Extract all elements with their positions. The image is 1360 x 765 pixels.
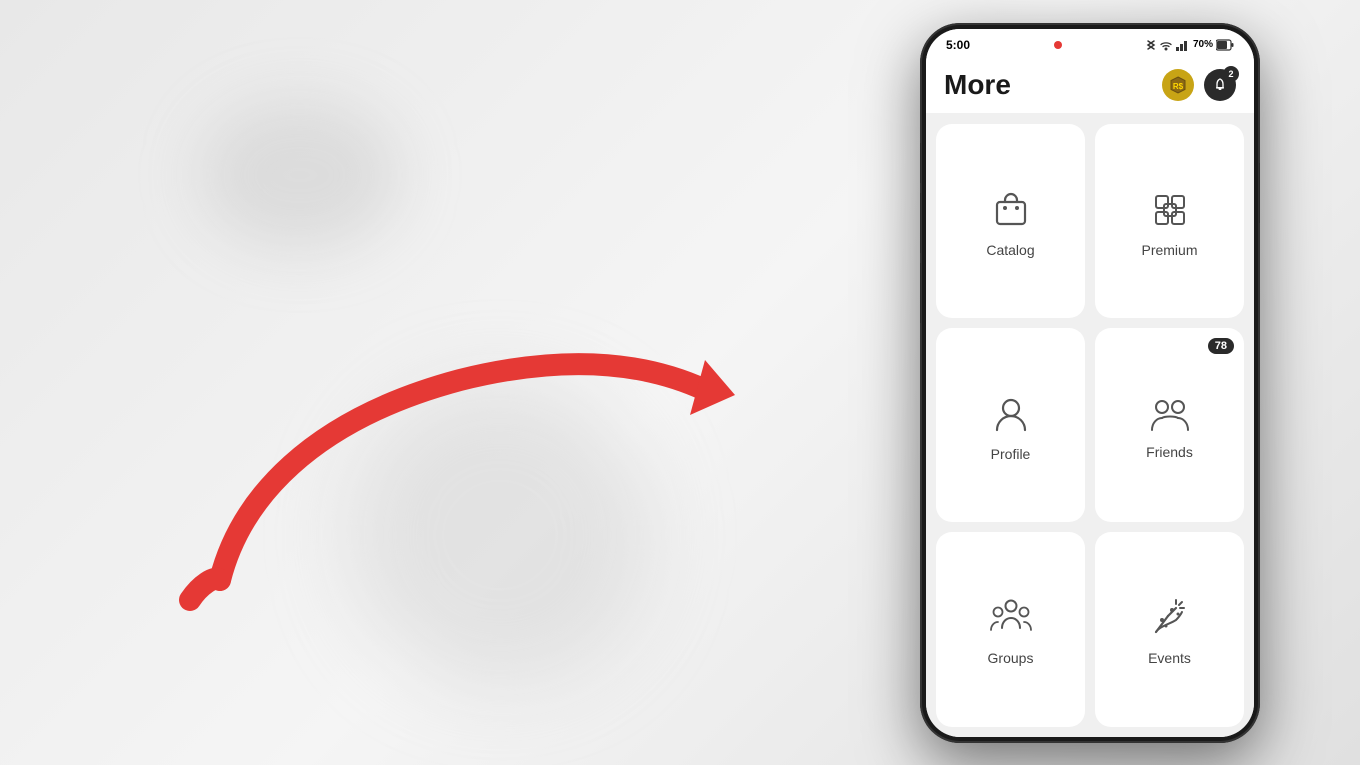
events-label: Events [1148, 650, 1191, 666]
menu-item-catalog[interactable]: Catalog [936, 124, 1085, 318]
phone-wrapper: 5:00 [870, 0, 1310, 765]
robux-icon[interactable]: R$ [1162, 69, 1194, 101]
signal-icon [1176, 39, 1190, 51]
friends-label: Friends [1146, 444, 1193, 460]
menu-item-premium[interactable]: Premium [1095, 124, 1244, 318]
battery-percent: 70% [1193, 39, 1213, 50]
friends-badge: 78 [1208, 338, 1234, 354]
power-button [1259, 163, 1260, 223]
friends-icon [1147, 394, 1193, 434]
wifi-icon [1159, 39, 1173, 51]
bg-blur-2 [200, 100, 400, 250]
profile-label: Profile [991, 446, 1031, 462]
menu-grid: Catalog Premium [926, 114, 1254, 737]
premium-label: Premium [1141, 242, 1197, 258]
groups-label: Groups [988, 650, 1034, 666]
phone-screen: 5:00 [926, 29, 1254, 737]
bg-blur-1 [350, 385, 650, 685]
notification-bell[interactable]: 2 [1204, 69, 1236, 101]
status-dot-container [1054, 41, 1062, 49]
groups-icon [988, 596, 1034, 640]
phone-body: 5:00 [920, 23, 1260, 743]
catalog-label: Catalog [986, 242, 1034, 258]
app-header: More R$ [926, 57, 1254, 114]
status-time: 5:00 [946, 38, 970, 52]
notif-badge: 2 [1223, 66, 1239, 82]
status-icons: 70% [1146, 38, 1234, 52]
volume-up-button [920, 193, 921, 253]
menu-item-events[interactable]: Events [1095, 532, 1244, 726]
volume-down-button [920, 263, 921, 323]
menu-item-profile[interactable]: Profile [936, 328, 1085, 522]
shopping-bag-icon [989, 188, 1033, 232]
menu-item-groups[interactable]: Groups [936, 532, 1085, 726]
events-icon [1148, 596, 1192, 640]
hexagon-icon: R$ [1169, 76, 1187, 94]
app-title: More [944, 69, 1011, 101]
header-icons: R$ 2 [1162, 69, 1236, 101]
battery-icon [1216, 39, 1234, 51]
recording-indicator [1054, 41, 1062, 49]
person-icon [989, 392, 1033, 436]
menu-item-friends[interactable]: 78 Friends [1095, 328, 1244, 522]
premium-icon [1148, 188, 1192, 232]
mute-button [920, 143, 921, 183]
bluetooth-icon [1146, 38, 1156, 52]
status-bar: 5:00 [926, 29, 1254, 57]
svg-text:R$: R$ [1173, 82, 1184, 91]
